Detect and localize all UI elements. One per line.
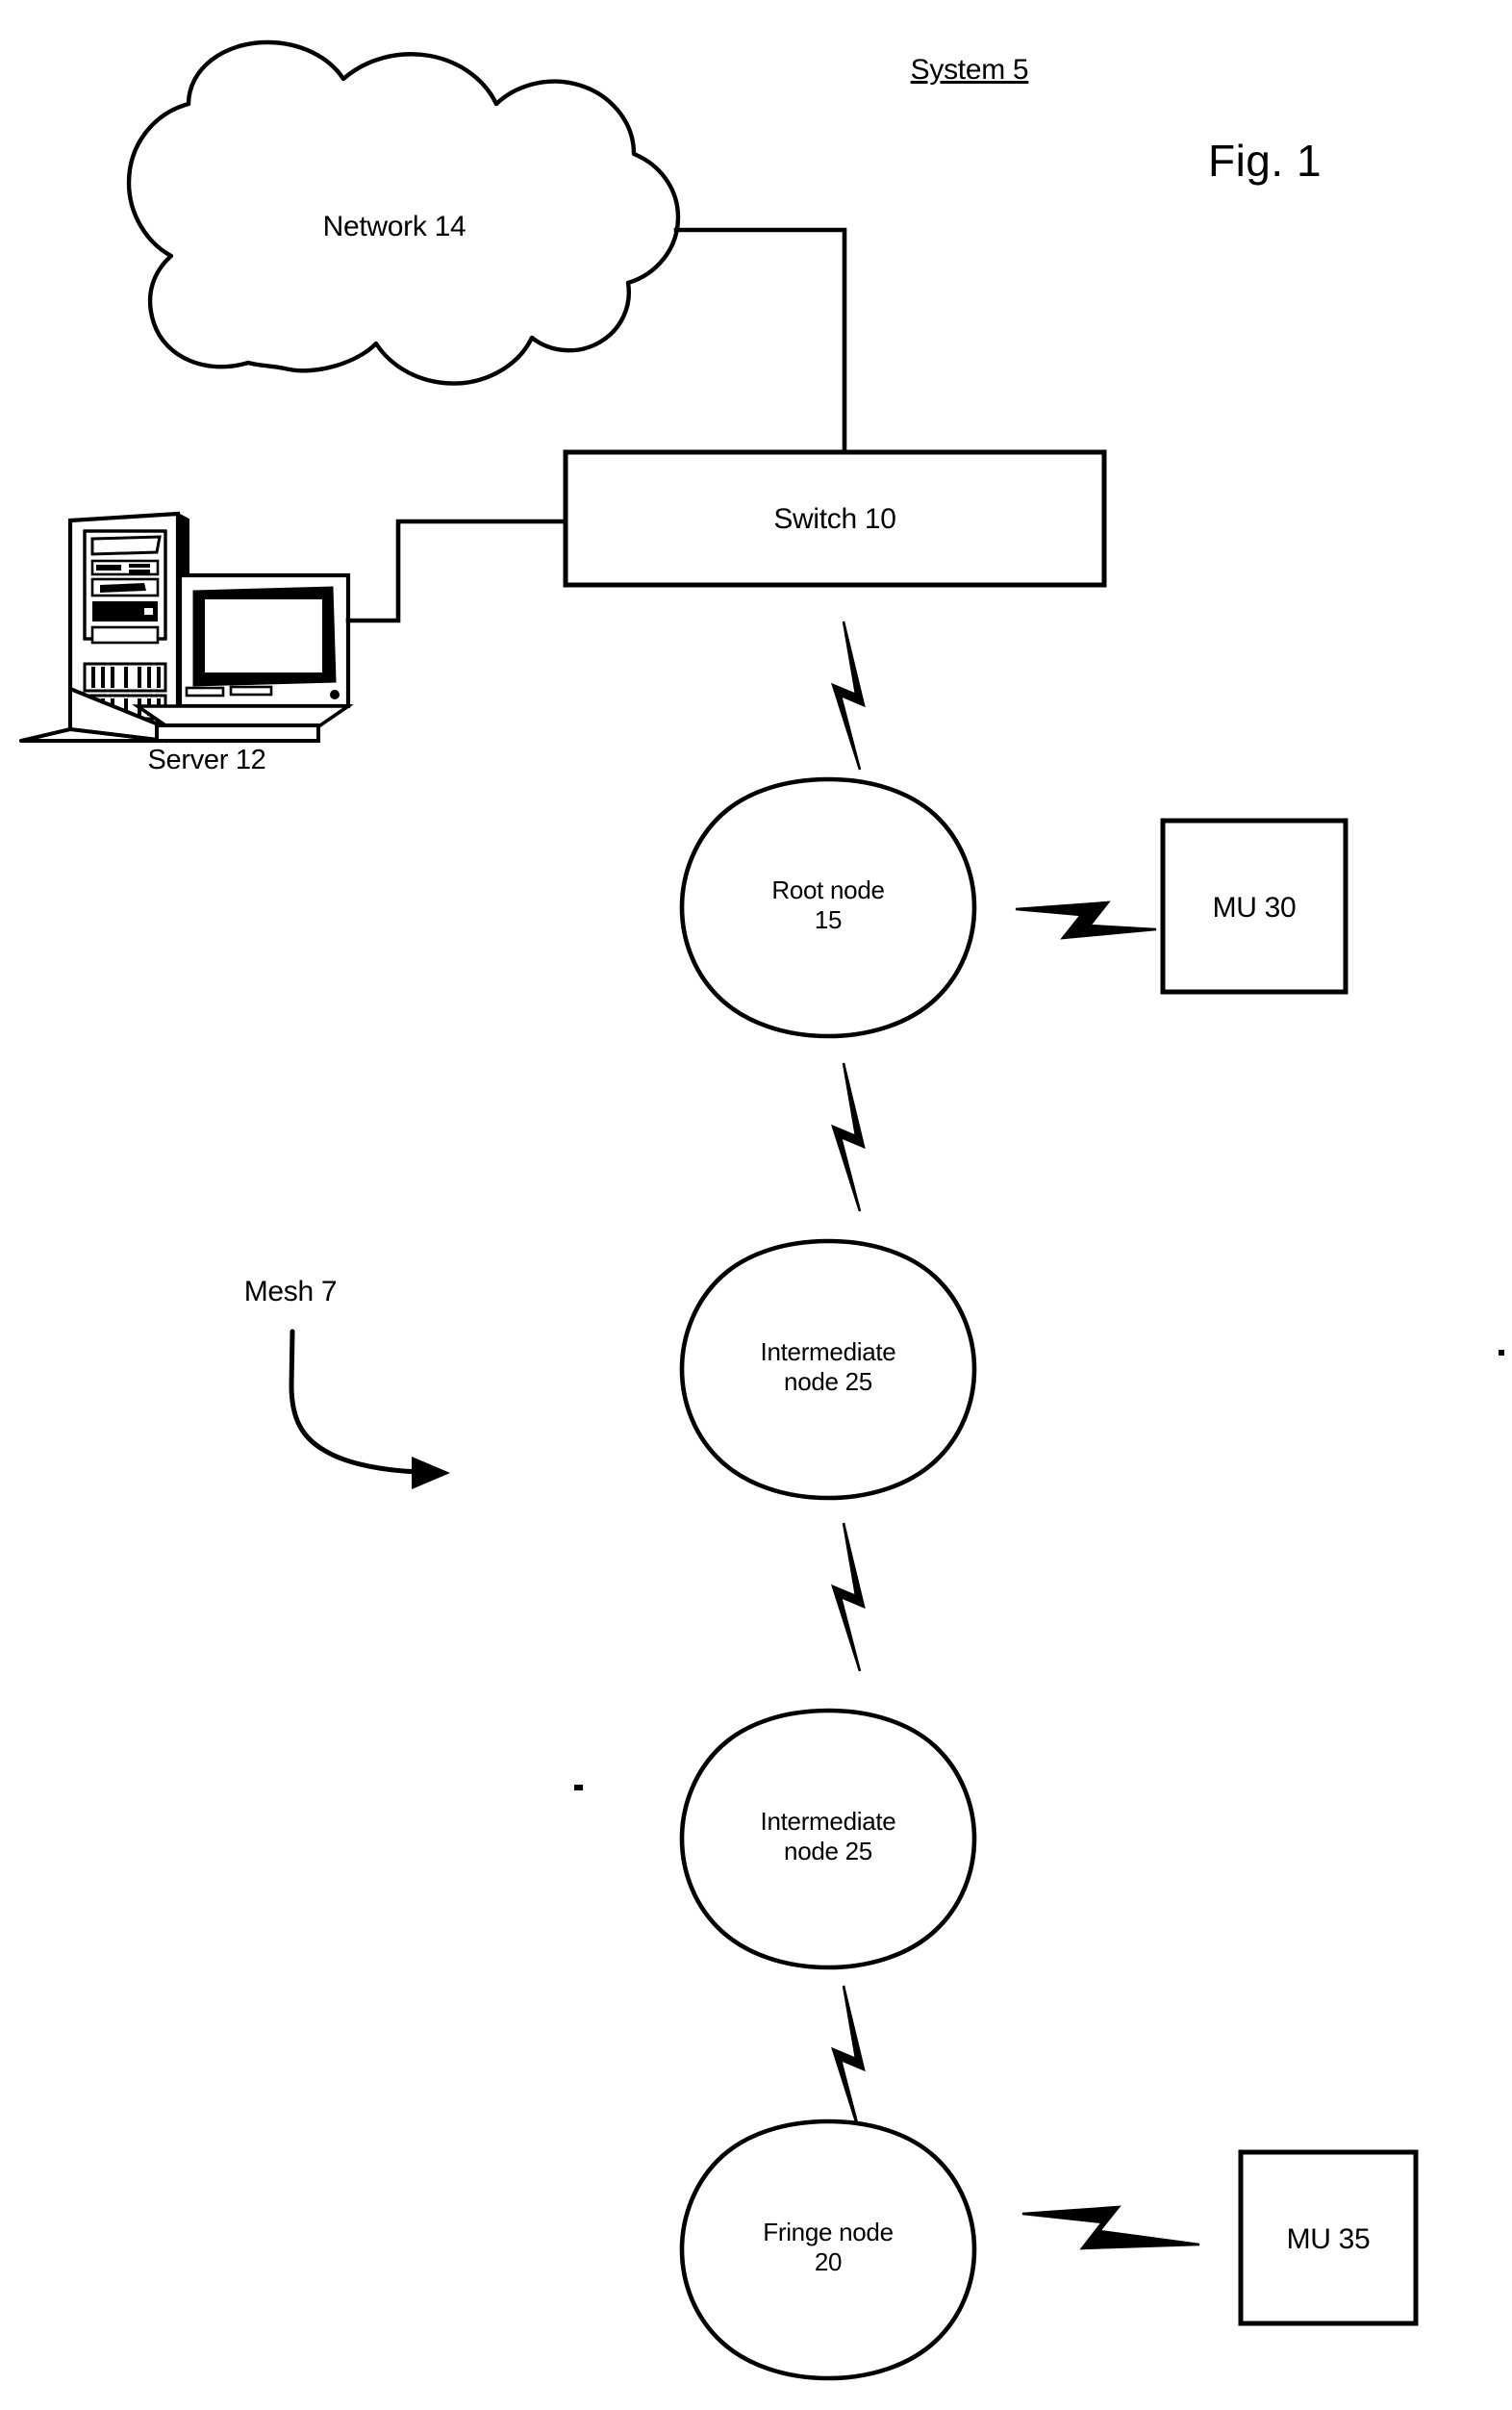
link-server-switch xyxy=(345,519,568,623)
intermediate-node-2-label-line1: Intermediate xyxy=(760,1807,896,1836)
wireless-link-fringe-mu35-icon xyxy=(1021,2205,1200,2250)
wireless-link-intermediate1-intermediate2-icon xyxy=(830,1522,866,1672)
link-network-switch xyxy=(673,227,847,455)
diagram-canvas xyxy=(19,39,1504,2381)
mu30-label: MU 30 xyxy=(1212,892,1297,924)
intermediate-node-1-label-line1: Intermediate xyxy=(760,1337,896,1366)
intermediate-node-1-label-line2: node 25 xyxy=(784,1367,872,1396)
switch-box-label: Switch 10 xyxy=(773,503,896,535)
mesh-annotation-label: Mesh 7 xyxy=(243,1276,338,1307)
intermediate-node-2-label-line2: node 25 xyxy=(784,1837,872,1865)
wireless-link-root-mu30-icon xyxy=(1015,901,1157,940)
figure-number-label: Fig. 1 xyxy=(1207,136,1323,186)
wireless-link-root-intermediate1-icon xyxy=(830,1062,866,1212)
server-label: Server 12 xyxy=(147,745,266,775)
mu35-label: MU 35 xyxy=(1286,2223,1371,2255)
network-cloud-label: Network 14 xyxy=(322,211,466,242)
server-illustration xyxy=(19,511,354,744)
root-node-label-line2: 15 xyxy=(814,905,843,934)
wireless-link-switch-root-icon xyxy=(830,621,866,771)
fringe-node-label-line1: Fringe node xyxy=(763,2218,894,2246)
fringe-node-label-line2: 20 xyxy=(814,2247,843,2276)
figure-system-title: System 5 xyxy=(910,54,1029,86)
wireless-link-intermediate2-fringe-icon xyxy=(830,1985,866,2135)
root-node-label-line1: Root node xyxy=(771,875,885,904)
mesh-pointer-arrow-icon xyxy=(289,1329,450,1489)
figure-page: System 5 Fig. 1 Network 14 Switch 10 Ser… xyxy=(0,0,1512,2410)
